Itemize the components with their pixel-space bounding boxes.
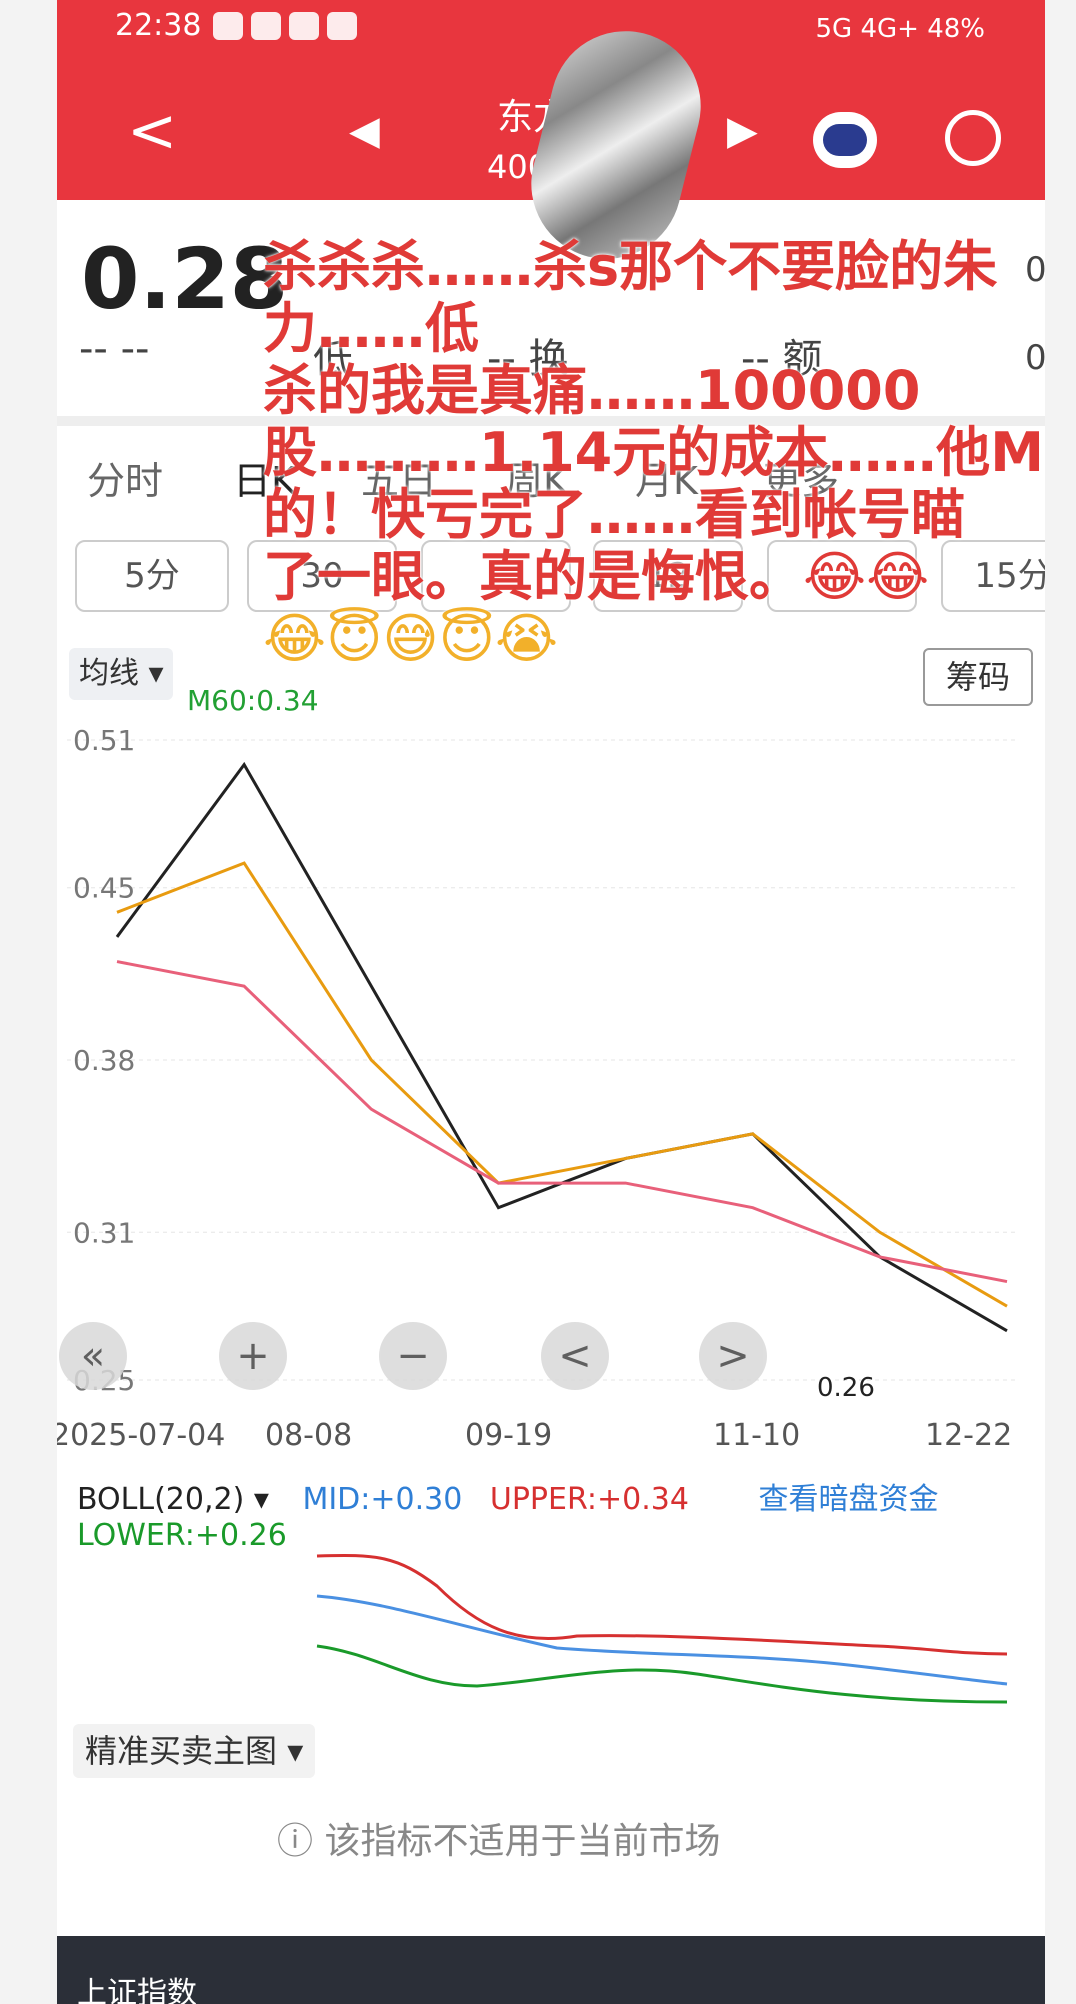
boll-selector[interactable]: BOLL(20,2) — [77, 1482, 244, 1517]
dash-a: -- -- — [79, 326, 150, 372]
indicator-select[interactable]: 均线 ▾ — [69, 648, 173, 700]
boll-upper: UPPER:+0.34 — [489, 1482, 689, 1517]
series-line — [115, 761, 1008, 1333]
y-tick: 0.38 — [73, 1044, 135, 1077]
status-bar: 22:38 5G 4G+ 48% — [57, 0, 1045, 60]
y-tick: 0.45 — [73, 872, 135, 905]
low-annotation: 0.26 — [817, 1373, 875, 1403]
bottom-nav: 上证指数 — [57, 1936, 1045, 2004]
user-comment-overlay: 杀杀杀……杀s那个不要脸的朱 力……低 杀的我是真痛……100000 股………1… — [263, 235, 1044, 670]
app-frame: 22:38 5G 4G+ 48% < ◀ 东方 4002 ▶ 0.28 -- -… — [57, 0, 1045, 2004]
x-tick: 08-08 — [265, 1418, 353, 1453]
series-line — [116, 960, 1008, 1284]
precise-indicator-select[interactable]: 精准买卖主图 ▾ — [73, 1724, 316, 1778]
y-tick: 0.31 — [73, 1216, 135, 1249]
period-5min[interactable]: 5分 — [75, 540, 229, 612]
x-tick: 2025-07-04 — [57, 1418, 226, 1453]
boll-chart — [316, 1553, 1008, 1704]
boll-mid: MID:+0.30 — [302, 1482, 463, 1517]
next-stock-icon[interactable]: ▶ — [727, 108, 758, 154]
y-tick: 0.51 — [73, 724, 135, 757]
scroll-left-button[interactable]: < — [541, 1322, 609, 1390]
series-line — [116, 861, 1008, 1308]
zoom-in-button[interactable]: + — [219, 1322, 287, 1390]
zoom-out-button[interactable]: − — [379, 1322, 447, 1390]
x-tick: 12-22 — [925, 1418, 1013, 1453]
not-applicable-message: ⓘ 该指标不适用于当前市场 — [277, 1821, 721, 1862]
back-icon[interactable]: < — [127, 96, 177, 166]
assistant-robot-icon[interactable] — [813, 112, 877, 168]
nav-index[interactable]: 上证指数 — [77, 1968, 197, 2004]
clock: 22:38 — [115, 8, 202, 43]
scroll-right-button[interactable]: > — [699, 1322, 767, 1390]
ma-value: M60:0.34 — [187, 684, 319, 717]
network-battery: 5G 4G+ 48% — [815, 14, 985, 44]
x-tick: 09-19 — [465, 1418, 553, 1453]
notification-icons — [213, 12, 357, 40]
rewind-button[interactable]: « — [59, 1322, 127, 1390]
tab-timeshare[interactable]: 分时 — [87, 450, 163, 505]
search-icon[interactable] — [945, 110, 1001, 166]
last-price: 0.28 — [81, 230, 289, 328]
kline-chart: 0.510.450.380.310.25 0.26 — [67, 724, 1017, 1403]
prev-stock-icon[interactable]: ◀ — [349, 108, 380, 154]
dark-pool-link[interactable]: 查看暗盘资金 — [758, 1482, 938, 1517]
x-tick: 11-10 — [713, 1418, 801, 1453]
